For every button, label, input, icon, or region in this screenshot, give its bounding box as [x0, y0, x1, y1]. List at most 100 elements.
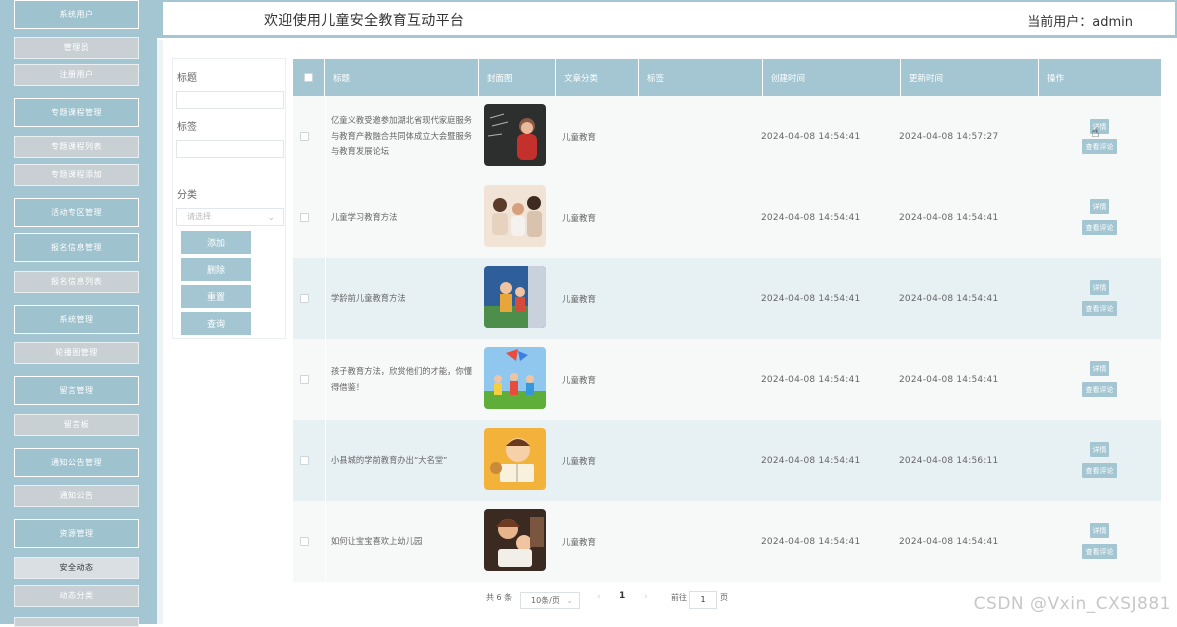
- table-row: 如何让宝宝喜欢上幼儿园 儿童教育 2024-04-08 14:54:41 202…: [293, 501, 1161, 582]
- view-comments-button[interactable]: 查看评论: [1082, 382, 1117, 397]
- column-header-actions: 操作: [1047, 73, 1065, 84]
- row-checkbox[interactable]: [300, 213, 309, 222]
- category-select-placeholder: 请选择: [187, 212, 211, 221]
- row-updated: 2024-04-08 14:54:41: [899, 536, 999, 547]
- sidebar-item-admins[interactable]: 管理员: [14, 37, 139, 59]
- row-title: 亿童义教受邀参加湖北省现代家庭服务与教育产教融合共同体成立大会暨服务与教育发展论…: [331, 115, 473, 157]
- table-row: 学龄前儿童教育方法 儿童教育 2024-04-08 14:54:41 2024-…: [293, 258, 1161, 339]
- row-checkbox[interactable]: [300, 132, 309, 141]
- sidebar-item-topic-course-add[interactable]: 专题课程添加: [14, 164, 139, 186]
- detail-button[interactable]: 详情: [1090, 523, 1109, 538]
- title-filter-input[interactable]: [176, 91, 284, 109]
- sidebar-group-system-users[interactable]: 系统用户: [14, 0, 139, 29]
- row-title: 小县城的学前教育办出“大名堂”: [331, 454, 448, 465]
- sidebar-item-label: 报名信息管理: [51, 242, 102, 252]
- column-header-updated[interactable]: 更新时间: [901, 59, 1039, 96]
- row-checkbox[interactable]: [300, 537, 309, 546]
- row-created: 2024-04-08 14:54:41: [761, 131, 861, 142]
- sidebar-item-label: 系统管理: [59, 314, 94, 324]
- hand-cursor-icon: ☝: [1091, 125, 1100, 141]
- sidebar-group-resources[interactable]: 资源管理: [14, 519, 139, 548]
- row-checkbox[interactable]: [300, 375, 309, 384]
- cover-image: [484, 266, 546, 328]
- sidebar-item-label: 报名信息列表: [51, 277, 102, 286]
- current-user: 当前用户：admin: [1027, 15, 1133, 30]
- detail-button[interactable]: 详情: [1090, 199, 1109, 214]
- row-title: 孩子教育方法，欣赏他们的才能，你懂得借鉴！: [331, 366, 473, 392]
- row-updated: 2024-04-08 14:54:41: [899, 374, 999, 385]
- detail-button[interactable]: 详情: [1090, 361, 1109, 376]
- column-header-title[interactable]: 标题: [325, 59, 479, 96]
- detail-button[interactable]: 详情: [1090, 442, 1109, 457]
- row-category: 儿童教育: [562, 456, 597, 467]
- query-button[interactable]: 查询: [181, 312, 251, 335]
- sidebar-item-topic-course-list[interactable]: 专题课程列表: [14, 136, 139, 158]
- goto-label: 前往: [671, 593, 687, 602]
- column-divider: [325, 96, 326, 582]
- view-comments-button[interactable]: 查看评论: [1082, 220, 1117, 235]
- chevron-down-icon: ⌄: [566, 596, 573, 605]
- row-checkbox[interactable]: [300, 456, 309, 465]
- sidebar-item-safety-news[interactable]: 安全动态: [14, 557, 139, 579]
- sidebar-group-topic-courses[interactable]: 专题课程管理: [14, 98, 139, 127]
- goto-page-input[interactable]: 1: [689, 591, 717, 609]
- sidebar-item-label: 专题课程管理: [51, 107, 102, 117]
- reset-button[interactable]: 重置: [181, 285, 251, 308]
- table-row: 亿童义教受邀参加湖北省现代家庭服务与教育产教融合共同体成立大会暨服务与教育发展论…: [293, 96, 1161, 177]
- add-button[interactable]: 添加: [181, 231, 251, 254]
- row-checkbox[interactable]: [300, 294, 309, 303]
- column-header-created[interactable]: 创建时间: [763, 59, 901, 96]
- row-updated: 2024-04-08 14:54:41: [899, 293, 999, 304]
- sidebar-group-system-management[interactable]: 系统管理: [14, 305, 139, 334]
- sidebar-item-label: 动态分类: [59, 591, 94, 600]
- table-row: 儿童学习教育方法 儿童教育 2024-04-08 14:54:41 2024-0…: [293, 177, 1161, 258]
- filter-panel: 标题 标签 分类 请选择 ⌄ 添加 删除 重置 查询: [172, 58, 286, 339]
- sidebar-group-activity-zone[interactable]: 活动专区管理: [14, 198, 139, 227]
- cover-image: [484, 428, 546, 490]
- page-size-select[interactable]: 10条/页 ⌄: [520, 592, 580, 609]
- page-number-1[interactable]: 1: [619, 591, 625, 601]
- select-all-checkbox[interactable]: [304, 73, 313, 82]
- sidebar-item-label: 轮播图管理: [55, 348, 98, 357]
- category-filter-select[interactable]: 请选择 ⌄: [176, 208, 284, 226]
- sidebar-item-label: 系统用户: [59, 9, 94, 19]
- sidebar-item-news-category[interactable]: 动态分类: [14, 585, 139, 607]
- sidebar-item-label: 资源管理: [59, 528, 94, 538]
- pagination-total: 共 6 条: [486, 593, 513, 602]
- view-comments-button[interactable]: 查看评论: [1082, 463, 1117, 478]
- sidebar-item-registered-users[interactable]: 注册用户: [14, 64, 139, 86]
- cover-image: [484, 185, 546, 247]
- cover-image: [484, 509, 546, 571]
- sidebar-item-partial: [14, 617, 139, 627]
- sidebar-item-notices[interactable]: 通知公告: [14, 485, 139, 507]
- cover-image: [484, 104, 546, 166]
- sidebar-item-carousel[interactable]: 轮播图管理: [14, 342, 139, 364]
- sidebar-item-label: 注册用户: [59, 70, 94, 79]
- sidebar: 系统用户 管理员 注册用户 专题课程管理 专题课程列表 专题课程添加 活动专区管…: [0, 0, 157, 627]
- row-created: 2024-04-08 14:54:41: [761, 293, 861, 304]
- detail-button[interactable]: 详情: [1090, 280, 1109, 295]
- column-header-category[interactable]: 文章分类: [556, 59, 639, 96]
- table-row: 小县城的学前教育办出“大名堂” 儿童教育 2024-04-08 14:54:41…: [293, 420, 1161, 501]
- view-comments-button[interactable]: 查看评论: [1082, 544, 1117, 559]
- tag-filter-label: 标签: [177, 122, 197, 133]
- prev-page-button[interactable]: ‹: [597, 592, 601, 602]
- row-created: 2024-04-08 14:54:41: [761, 212, 861, 223]
- sidebar-group-messages[interactable]: 留言管理: [14, 376, 139, 405]
- page-size-value: 10条/页: [531, 596, 560, 605]
- row-title: 如何让宝宝喜欢上幼儿园: [331, 535, 423, 546]
- view-comments-button[interactable]: 查看评论: [1082, 139, 1117, 154]
- sidebar-item-label: 安全动态: [59, 563, 94, 572]
- delete-button[interactable]: 删除: [181, 258, 251, 281]
- row-created: 2024-04-08 14:54:41: [761, 536, 861, 547]
- sidebar-item-label: 专题课程添加: [51, 170, 102, 179]
- row-updated: 2024-04-08 14:56:11: [899, 455, 999, 466]
- sidebar-group-notices[interactable]: 通知公告管理: [14, 448, 139, 477]
- sidebar-group-signup-info[interactable]: 报名信息管理: [14, 233, 139, 262]
- sidebar-item-message-board[interactable]: 留言板: [14, 414, 139, 436]
- column-header-tag[interactable]: 标签: [639, 59, 763, 96]
- sidebar-item-signup-list[interactable]: 报名信息列表: [14, 271, 139, 293]
- view-comments-button[interactable]: 查看评论: [1082, 301, 1117, 316]
- tag-filter-input[interactable]: [176, 140, 284, 158]
- next-page-button[interactable]: ›: [644, 592, 648, 602]
